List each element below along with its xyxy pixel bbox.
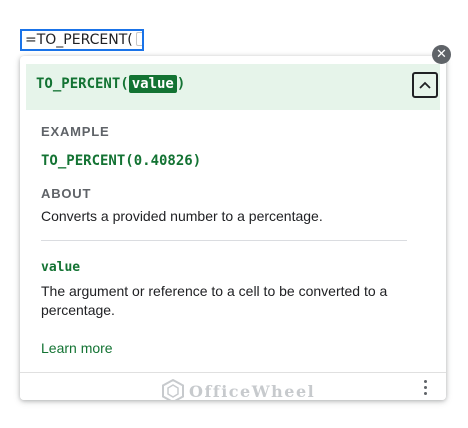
parameter-name: value [41, 260, 81, 275]
parameter-description: The argument or reference to a cell to b… [41, 283, 388, 318]
collapse-button[interactable] [412, 72, 438, 98]
about-text: Converts a provided number to a percenta… [41, 208, 323, 224]
about-title: ABOUT [41, 186, 92, 201]
formula-input[interactable]: =TO_PERCENT( [20, 29, 144, 51]
watermark: OfficeWheel [162, 379, 315, 400]
close-button[interactable]: ✕ [432, 45, 451, 64]
help-content: TO_PERCENT(value) EXAMPLE TO_PERCENT(0.4… [26, 64, 440, 370]
more-vert-icon [423, 379, 427, 383]
more-vert-icon-dot [423, 391, 427, 395]
help-footer: OfficeWheel [20, 372, 446, 400]
signature-param-highlight: value [128, 75, 177, 93]
watermark-text: OfficeWheel [189, 381, 316, 401]
help-body: EXAMPLE TO_PERCENT(0.40826) ABOUT Conver… [26, 110, 440, 370]
formula-text: =TO_PERCENT( [25, 32, 133, 48]
officewheel-logo-icon [162, 379, 184, 400]
signature-function-name: TO_PERCENT( [36, 76, 129, 92]
function-signature: TO_PERCENT(value) [36, 75, 186, 93]
help-header: TO_PERCENT(value) [26, 64, 440, 110]
example-title: EXAMPLE [41, 124, 110, 139]
close-icon: ✕ [436, 47, 447, 62]
example-code: TO_PERCENT(0.40826) [41, 153, 202, 169]
divider [41, 240, 407, 241]
cursor-placeholder [135, 32, 142, 46]
more-options-button[interactable] [416, 377, 434, 397]
learn-more-link[interactable]: Learn more [41, 340, 113, 356]
page: =TO_PERCENT( TO_PERCENT(value) EXAMPLE T… [0, 0, 468, 428]
chevron-up-icon [419, 81, 431, 89]
more-vert-icon-dot [423, 385, 427, 389]
signature-close-paren: ) [176, 76, 186, 92]
function-help-popup: TO_PERCENT(value) EXAMPLE TO_PERCENT(0.4… [20, 56, 446, 400]
